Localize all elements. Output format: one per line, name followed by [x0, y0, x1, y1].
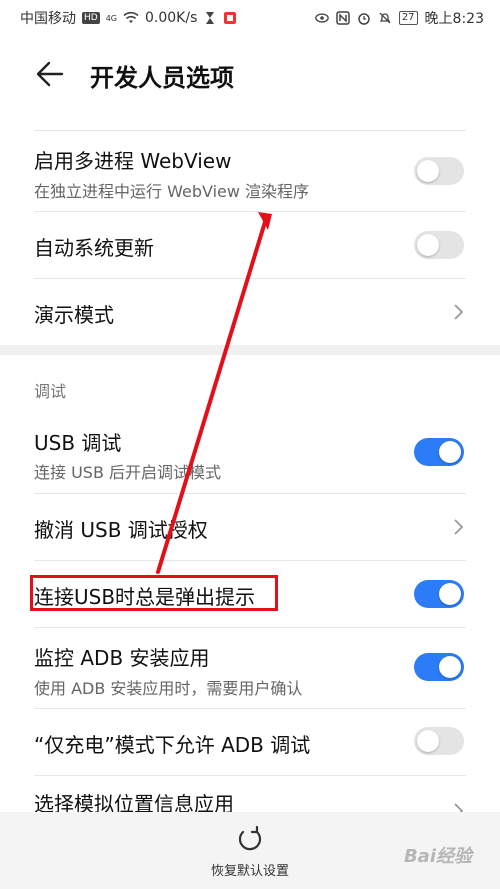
setting-subtitle: 连接 USB 后开启调试模式: [34, 463, 222, 482]
app-notification-icon: [224, 12, 237, 24]
chevron-right-icon: [454, 519, 464, 535]
status-bar: 中国移动 HD 4G 0.00K/s 27 晚上8:23: [0, 0, 500, 34]
setting-multiprocess-webview[interactable]: 启用多进程 WebView 在独立进程中运行 WebView 渲染程序: [0, 131, 500, 211]
setting-title: USB 调试: [34, 431, 122, 455]
setting-mock-location-app[interactable]: 选择模拟位置信息应用: [0, 776, 500, 819]
hd-badge: HD: [82, 12, 100, 24]
setting-adb-charge-only[interactable]: “仅充电”模式下允许 ADB 调试: [0, 709, 500, 775]
auto-system-update-toggle[interactable]: [414, 231, 464, 259]
mute-bell-icon: [379, 12, 391, 24]
setting-revoke-usb-auth[interactable]: 撤消 USB 调试授权: [0, 494, 500, 560]
toggle-knob: [417, 234, 439, 256]
setting-subtitle: 在独立进程中运行 WebView 渲染程序: [34, 182, 310, 201]
section-separator: [0, 345, 500, 355]
setting-title: 自动系统更新: [34, 236, 154, 260]
toggle-knob: [417, 160, 439, 182]
hourglass-icon: [206, 12, 215, 24]
section-title-debug: 调试: [34, 382, 67, 401]
setting-title: 监控 ADB 安装应用: [34, 646, 210, 670]
multiprocess-webview-toggle[interactable]: [414, 157, 464, 185]
back-arrow-icon[interactable]: [34, 60, 64, 88]
nfc-icon: [336, 11, 350, 25]
toggle-knob: [439, 441, 461, 463]
toggle-knob: [439, 583, 461, 605]
setting-monitor-adb-install[interactable]: 监控 ADB 安装应用 使用 ADB 安装应用时，需要用户确认: [0, 628, 500, 708]
setting-title: “仅充电”模式下允许 ADB 调试: [34, 733, 311, 757]
setting-title: 撤消 USB 调试授权: [34, 518, 208, 542]
app-header: 开发人员选项: [0, 46, 500, 102]
setting-demo-mode[interactable]: 演示模式: [0, 279, 500, 345]
status-left: 中国移动 HD 4G 0.00K/s: [20, 8, 237, 28]
usb-connect-prompt-toggle[interactable]: [414, 580, 464, 608]
usb-debugging-toggle[interactable]: [414, 438, 464, 466]
eye-icon: [315, 13, 329, 23]
setting-subtitle: 使用 ADB 安装应用时，需要用户确认: [34, 679, 303, 698]
bottom-action-bar: 恢复默认设置 Bai经验: [0, 812, 500, 889]
status-right: 27 晚上8:23: [315, 8, 484, 28]
network-type: 4G: [105, 13, 117, 23]
adb-charge-only-toggle[interactable]: [414, 727, 464, 755]
highlight-annotation-box: [30, 575, 278, 611]
toggle-knob: [417, 730, 439, 752]
battery-level: 27: [398, 11, 418, 25]
chevron-right-icon: [454, 304, 464, 320]
setting-title: 启用多进程 WebView: [34, 149, 232, 173]
setting-title: 演示模式: [34, 303, 114, 327]
setting-auto-system-update[interactable]: 自动系统更新: [0, 212, 500, 278]
network-speed: 0.00K/s: [145, 10, 198, 26]
carrier-name: 中国移动: [20, 11, 76, 27]
toggle-knob: [439, 656, 461, 678]
alarm-icon: [358, 13, 370, 25]
wifi-icon: [123, 11, 139, 23]
reset-icon[interactable]: [235, 824, 265, 854]
page-title: 开发人员选项: [90, 64, 234, 92]
setting-usb-debugging[interactable]: USB 调试 连接 USB 后开启调试模式: [0, 413, 500, 493]
monitor-adb-install-toggle[interactable]: [414, 653, 464, 681]
clock: 晚上8:23: [424, 11, 484, 27]
watermark: Bai经验: [403, 846, 472, 867]
